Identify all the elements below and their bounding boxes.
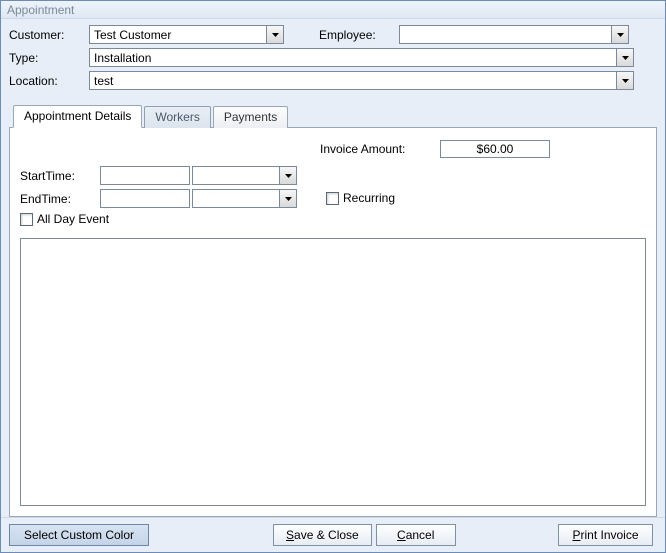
starttime-date-input[interactable] xyxy=(100,166,190,185)
customer-combo[interactable]: Test Customer xyxy=(89,25,284,44)
location-combo[interactable]: test xyxy=(89,71,634,90)
invoice-amount-label: Invoice Amount: xyxy=(320,142,440,156)
recurring-label: Recurring xyxy=(343,191,395,205)
starttime-time-combo[interactable] xyxy=(192,166,297,185)
chevron-down-icon[interactable] xyxy=(266,26,283,43)
checkbox-icon xyxy=(20,213,33,226)
allday-checkbox[interactable]: All Day Event xyxy=(20,212,109,226)
tabstrip: Appointment Details Workers Payments xyxy=(13,104,657,127)
allday-label: All Day Event xyxy=(37,212,109,226)
tab-payments[interactable]: Payments xyxy=(213,106,288,128)
endtime-label: EndTime: xyxy=(20,192,100,206)
starttime-label: StartTime: xyxy=(20,169,100,183)
window-title: Appointment xyxy=(1,1,665,19)
chevron-down-icon[interactable] xyxy=(616,72,633,89)
tab-page-details: Invoice Amount: $60.00 StartTime: xyxy=(9,127,657,517)
location-value: test xyxy=(90,74,616,88)
chevron-down-icon[interactable] xyxy=(279,190,296,207)
employee-combo[interactable] xyxy=(399,25,629,44)
type-label: Type: xyxy=(9,51,89,65)
select-custom-color-button[interactable]: Select Custom Color xyxy=(9,524,149,546)
chevron-down-icon[interactable] xyxy=(611,26,628,43)
tabs-container: Appointment Details Workers Payments Inv… xyxy=(1,98,665,517)
chevron-down-icon[interactable] xyxy=(279,167,296,184)
save-close-rest: ave & Close xyxy=(294,528,359,542)
customer-label: Customer: xyxy=(9,28,89,42)
recurring-checkbox[interactable]: Recurring xyxy=(326,191,395,205)
type-combo[interactable]: Installation xyxy=(89,48,634,67)
employee-label: Employee: xyxy=(319,28,399,42)
checkbox-icon xyxy=(326,192,339,205)
notes-textarea[interactable] xyxy=(20,238,646,506)
location-label: Location: xyxy=(9,74,89,88)
type-value: Installation xyxy=(90,51,616,65)
customer-value: Test Customer xyxy=(90,28,266,42)
endtime-date-input[interactable] xyxy=(100,189,190,208)
chevron-down-icon[interactable] xyxy=(616,49,633,66)
cancel-button[interactable]: Cancel xyxy=(376,524,456,546)
invoice-amount-value[interactable]: $60.00 xyxy=(440,140,550,158)
save-close-button[interactable]: Save & Close xyxy=(273,524,372,546)
tab-workers[interactable]: Workers xyxy=(144,106,210,128)
tab-appointment-details[interactable]: Appointment Details xyxy=(13,105,142,128)
print-invoice-button[interactable]: Print Invoice xyxy=(558,524,653,546)
header-form: Customer: Test Customer Employee: Type: … xyxy=(1,19,665,98)
endtime-time-combo[interactable] xyxy=(192,189,297,208)
button-bar: Select Custom Color Save & Close Cancel … xyxy=(1,517,665,552)
appointment-window: Appointment Customer: Test Customer Empl… xyxy=(0,0,666,553)
